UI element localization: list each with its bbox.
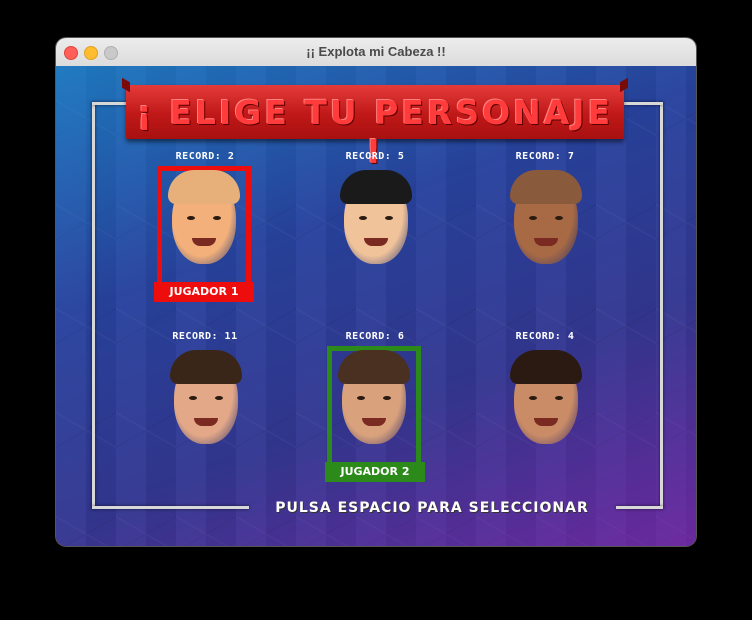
eye [215,396,223,400]
eye [385,216,393,220]
record-label-5: RECORD: 6 [345,331,405,342]
frame-left [92,103,95,508]
eye [529,216,537,220]
player2-tag: JUGADOR 2 [325,462,425,482]
character-face-1[interactable] [168,170,240,264]
frame-top-left [92,102,128,105]
game-window: ¡¡ Explota mi Cabeza !! ¡ ELIGE TU PERSO… [56,38,696,546]
record-label-2: RECORD: 5 [345,151,405,162]
eye [359,216,367,220]
record-label-3: RECORD: 7 [515,151,575,162]
select-prompt: PULSA ESPACIO PARA SELECCIONAR [275,500,589,516]
mouth [194,418,218,426]
character-face-4[interactable] [170,350,242,444]
frame-top-right [624,102,663,105]
record-label-1: RECORD: 2 [175,151,235,162]
frame-bottom-left [92,506,249,509]
hair [170,350,242,384]
eye [189,396,197,400]
record-label-4: RECORD: 11 [172,331,238,342]
hair [338,350,410,384]
title-banner: ¡ ELIGE TU PERSONAJE ! [126,85,624,171]
eye [213,216,221,220]
eye [555,216,563,220]
eye [187,216,195,220]
character-face-3[interactable] [510,170,582,264]
player1-tag: JUGADOR 1 [154,282,254,302]
eye [357,396,365,400]
record-label-6: RECORD: 4 [515,331,575,342]
hair [340,170,412,204]
eye [529,396,537,400]
eye [555,396,563,400]
hair [510,170,582,204]
hair [510,350,582,384]
character-face-5[interactable] [338,350,410,444]
title-bar: ¡¡ Explota mi Cabeza !! [56,38,696,67]
window-title: ¡¡ Explota mi Cabeza !! [306,44,446,59]
character-face-2[interactable] [340,170,412,264]
mouth [534,238,558,246]
eye [383,396,391,400]
mouth [362,418,386,426]
hair [168,170,240,204]
frame-right [660,103,663,508]
character-select-screen: ¡ ELIGE TU PERSONAJE ! RECORD: 2 JUGADOR… [56,66,696,546]
mouth [192,238,216,246]
mouth [364,238,388,246]
frame-bottom-right [616,506,663,509]
mouth [534,418,558,426]
character-face-6[interactable] [510,350,582,444]
